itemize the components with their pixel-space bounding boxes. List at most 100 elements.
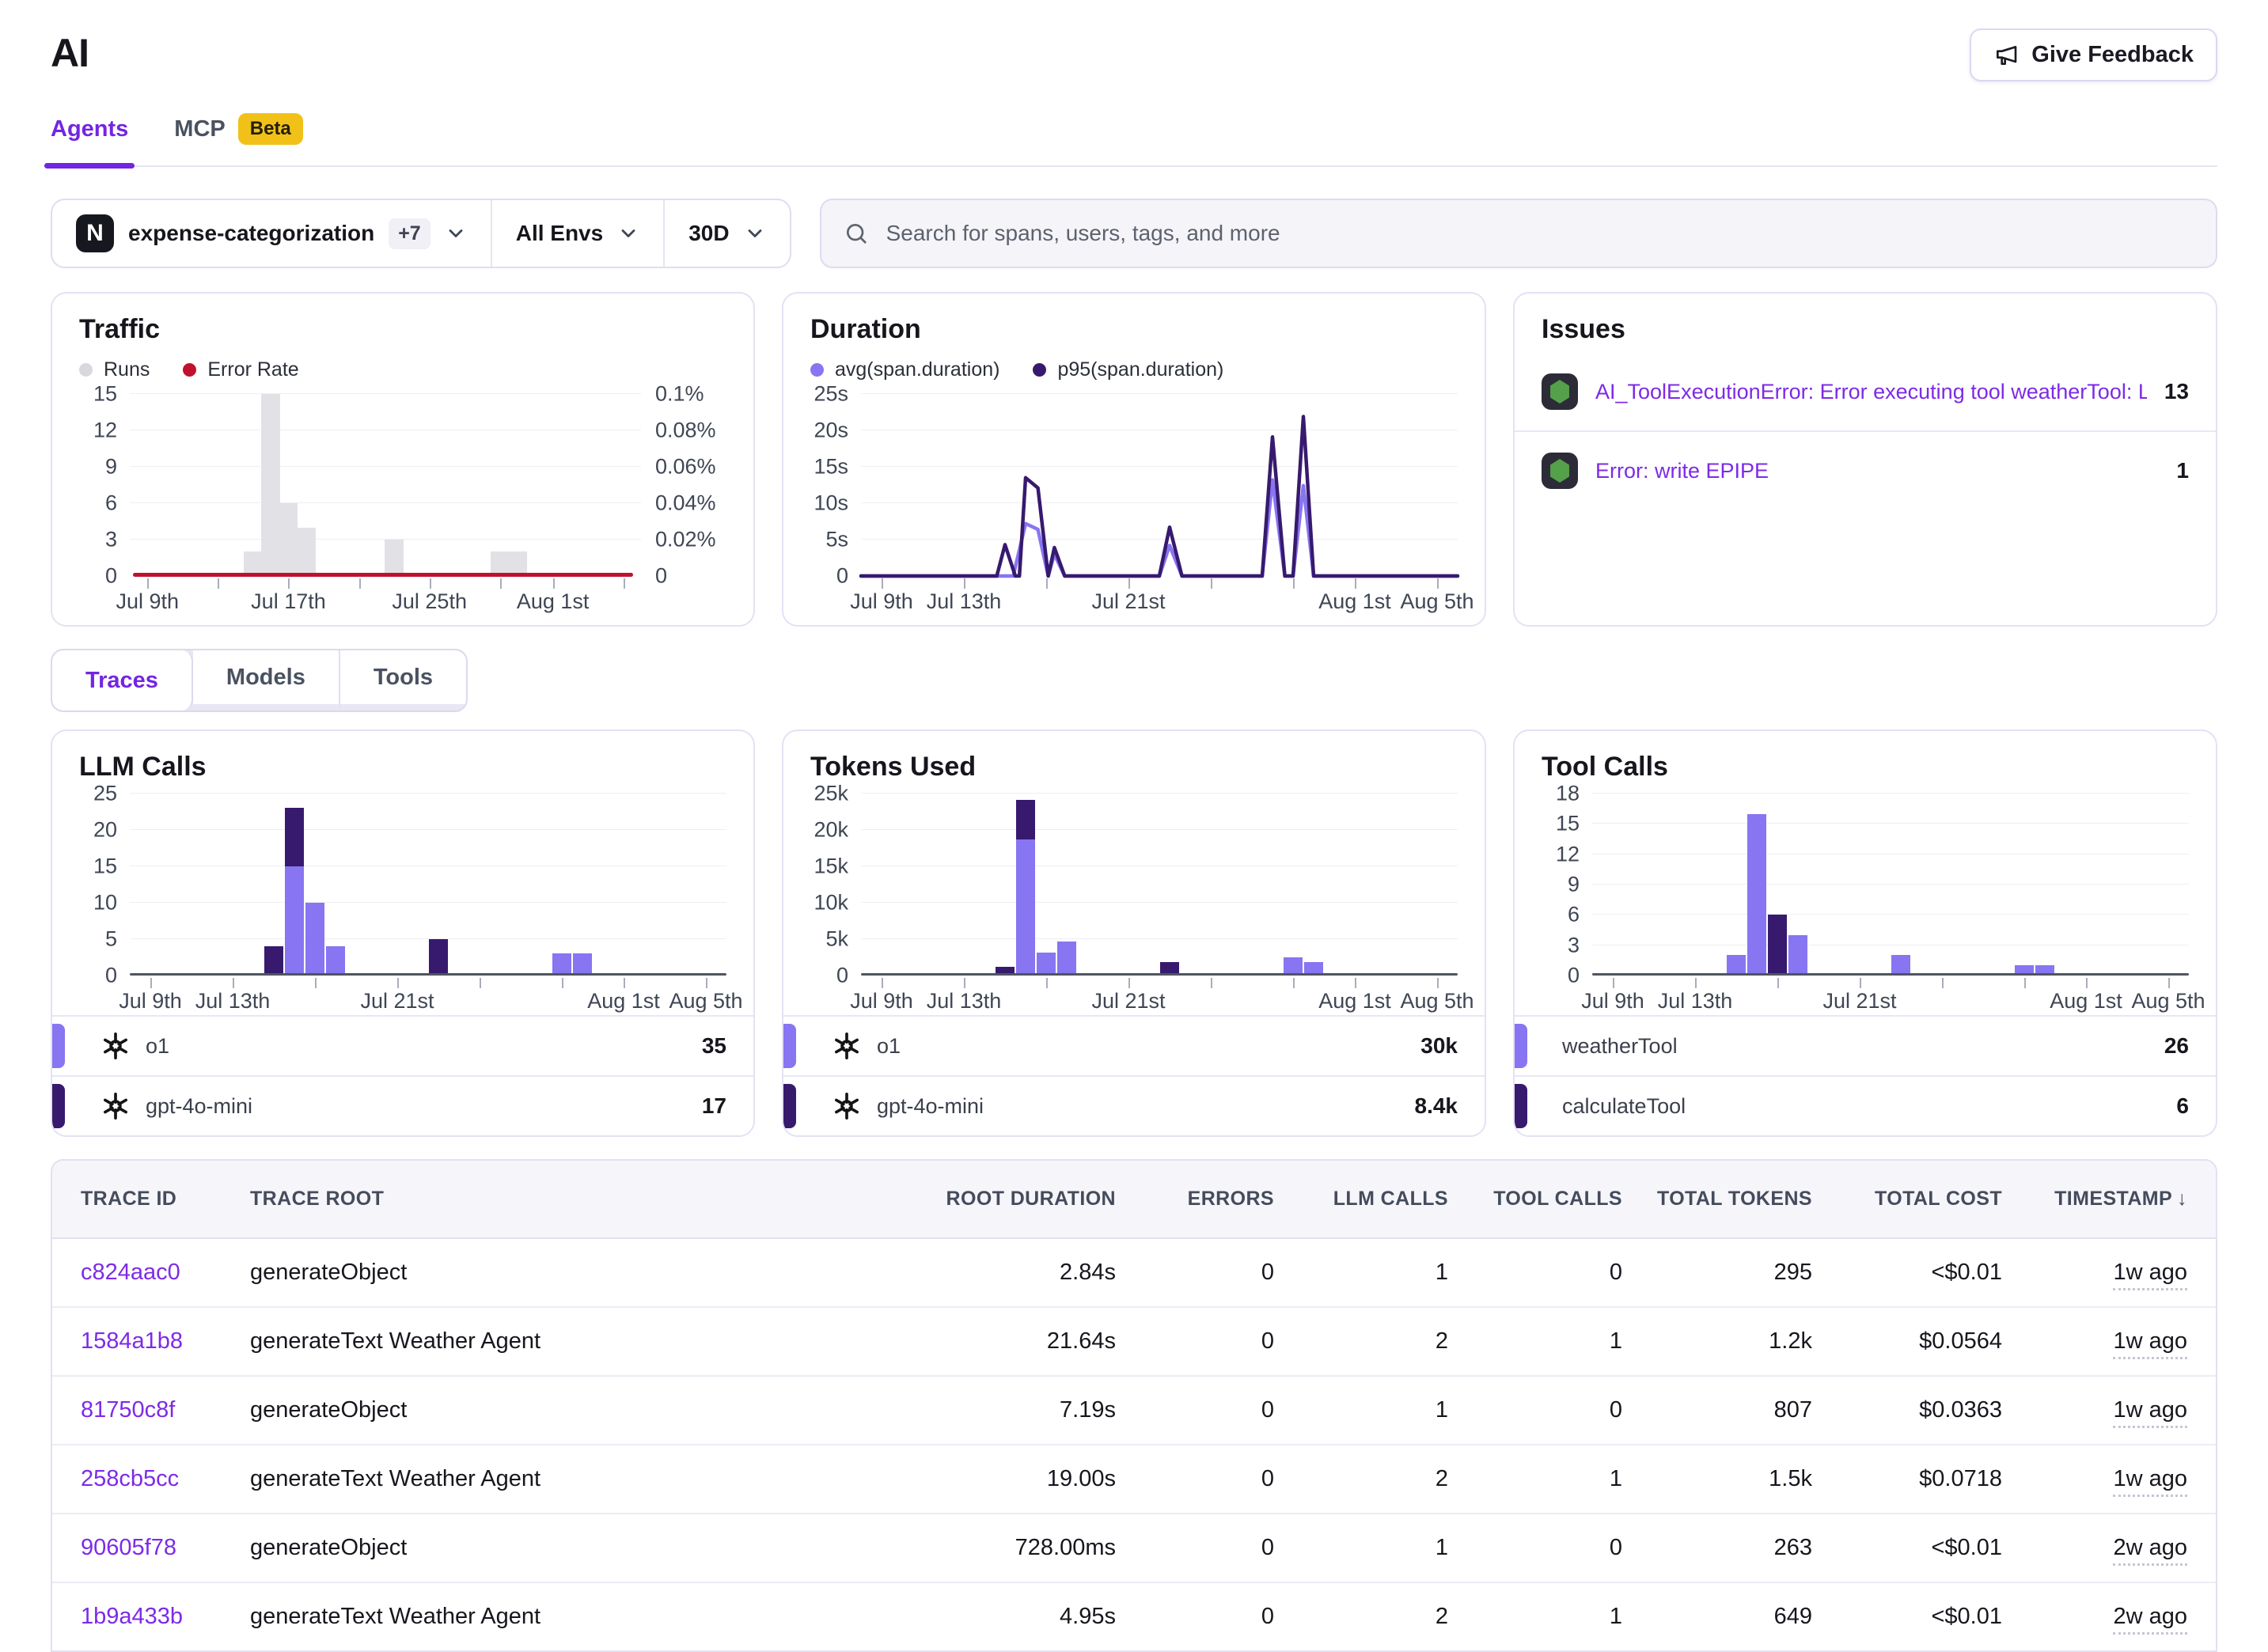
duration-chart: 05s10s15s20s25sJul 9thJul 13thJul 21stAu… (810, 394, 1458, 612)
give-feedback-button[interactable]: Give Feedback (1970, 28, 2217, 81)
cell-errors: 0 (1132, 1238, 1290, 1307)
cell-errors: 0 (1132, 1514, 1290, 1582)
traffic-legend: Runs Error Rate (79, 356, 726, 383)
cell-root_duration: 7.19s (918, 1376, 1132, 1445)
cell-total_tokens: 649 (1638, 1582, 1828, 1650)
cell-timestamp: 2w ago (2018, 1582, 2216, 1650)
cell-trace_id: 90605f78 (52, 1514, 234, 1582)
timestamp-link[interactable]: 2w ago (2113, 1535, 2187, 1566)
x-axis-line (1592, 973, 2189, 976)
series-label: o1 (831, 1030, 1405, 1062)
trace-id-link[interactable]: 1b9a433b (81, 1604, 183, 1629)
trace-id-link[interactable]: 258cb5cc (81, 1466, 179, 1491)
x-axis-line (130, 973, 726, 976)
issue-count: 1 (2176, 458, 2189, 483)
axis-tick (1695, 978, 1697, 988)
gridline (130, 938, 726, 939)
y-axis-label: 20 (93, 818, 117, 843)
y-axis-label: 12 (93, 419, 117, 443)
timestamp-link[interactable]: 1w ago (2113, 1466, 2187, 1497)
plot-area: Jul 9thJul 17thJul 25thAug 1st (130, 394, 641, 612)
column-header-label: TOTAL COST (1875, 1188, 2002, 1210)
tab-agents-label: Agents (51, 116, 128, 142)
search-input[interactable] (885, 220, 2194, 247)
bar-segment-light (573, 953, 592, 976)
date-range-selector[interactable]: 30D (663, 200, 789, 267)
tab-tools[interactable]: Tools (340, 650, 466, 710)
series-total-value: 17 (702, 1093, 726, 1119)
tab-models[interactable]: Models (193, 650, 340, 710)
x-axis-label: Jul 9th (116, 589, 179, 614)
x-axis-label: Aug 5th (1400, 989, 1473, 1014)
tab-traces[interactable]: Traces (52, 650, 193, 710)
cell-timestamp: 2w ago (2018, 1514, 2216, 1582)
bar-segment-dark (1016, 800, 1035, 839)
series-color-bar (52, 1024, 65, 1068)
cell-trace_root: generateObject (234, 1514, 918, 1582)
series-total-value: 26 (2164, 1033, 2189, 1059)
project-selector[interactable]: N expense-categorization +7 (52, 200, 491, 267)
total-row: gpt-4o-mini17 (52, 1075, 753, 1135)
env-selector[interactable]: All Envs (491, 200, 663, 267)
series-label: weatherTool (1562, 1034, 2149, 1059)
cell-trace_id: 258cb5cc (52, 1445, 234, 1514)
bar-segment-light (326, 946, 345, 976)
series-total-value: 6 (2176, 1093, 2189, 1119)
issue-link[interactable]: AI_ToolExecutionError: Error executing t… (1595, 380, 2147, 404)
timestamp-link[interactable]: 1w ago (2113, 1328, 2187, 1359)
cell-root_duration: 728.00ms (918, 1514, 1132, 1582)
series-total-value: 30k (1420, 1033, 1458, 1059)
trace-id-link[interactable]: 81750c8f (81, 1397, 175, 1423)
traces-table: TRACE IDTRACE ROOTROOT DURATIONERRORSLLM… (51, 1159, 2217, 1652)
cell-total_cost: <$0.01 (1828, 1582, 2018, 1650)
x-axis-label: Jul 21st (1091, 989, 1165, 1014)
trace-id-link[interactable]: c824aac0 (81, 1260, 180, 1285)
timestamp-link[interactable]: 2w ago (2113, 1604, 2187, 1635)
table-header-row: TRACE IDTRACE ROOTROOT DURATIONERRORSLLM… (52, 1161, 2216, 1238)
issue-link[interactable]: Error: write EPIPE (1595, 459, 2159, 483)
cell-timestamp: 1w ago (2018, 1307, 2216, 1376)
x-axis-line (861, 973, 1458, 976)
tab-mcp[interactable]: MCP Beta (174, 113, 302, 165)
axis-tick (1613, 978, 1614, 988)
bar-segment-light (305, 903, 324, 976)
project-selector-label: expense-categorization (128, 221, 374, 246)
total-row: gpt-4o-mini8.4k (783, 1075, 1485, 1135)
bar-segment-light (1037, 953, 1056, 976)
gridline (130, 902, 726, 903)
axis-tick (1128, 978, 1130, 988)
y-axis-label: 0 (836, 964, 848, 988)
chevron-down-icon (744, 222, 766, 244)
card-title-duration: Duration (810, 314, 1458, 345)
cell-trace_root: generateObject (234, 1376, 918, 1445)
series-name: gpt-4o-mini (877, 1094, 984, 1119)
x-axis: Jul 9thJul 13thJul 21stAug 1stAug 5th (861, 576, 1458, 612)
timestamp-link[interactable]: 1w ago (2113, 1397, 2187, 1428)
tab-agents[interactable]: Agents (51, 113, 128, 165)
openai-icon (100, 1090, 131, 1122)
plot-area: Jul 9thJul 13thJul 21stAug 1stAug 5th (1592, 794, 2189, 1012)
llm-calls-chart: 0510152025Jul 9thJul 13thJul 21stAug 1st… (79, 794, 726, 1012)
legend-label: Runs (104, 358, 150, 381)
trace-id-link[interactable]: 90605f78 (81, 1535, 176, 1560)
timestamp-link[interactable]: 1w ago (2113, 1260, 2187, 1290)
column-header-label: TRACE ID (81, 1188, 176, 1210)
cell-trace_root: generateObject (234, 1238, 918, 1307)
axis-tick (1128, 578, 1130, 589)
y-axis-label: 10s (814, 491, 848, 516)
cell-timestamp: 1w ago (2018, 1376, 2216, 1445)
legend-item: Error Rate (183, 358, 298, 381)
total-row: o1 30k (783, 1015, 1485, 1075)
error-rate-line (133, 573, 633, 577)
column-header-timestamp[interactable]: TIMESTAMP↓ (2018, 1161, 2216, 1238)
cell-llm_calls: 2 (1290, 1582, 1464, 1650)
legend-item: avg(span.duration) (810, 358, 999, 381)
trace-id-link[interactable]: 1584a1b8 (81, 1328, 183, 1354)
axis-tick (624, 978, 625, 988)
x-axis-label: Jul 9th (1581, 989, 1644, 1014)
axis-tick (1860, 978, 1861, 988)
series-label: calculateTool (1562, 1094, 2160, 1119)
project-icon: N (76, 214, 114, 252)
cell-root_duration: 2.84s (918, 1238, 1132, 1307)
y-axis-label: 0 (105, 564, 117, 589)
